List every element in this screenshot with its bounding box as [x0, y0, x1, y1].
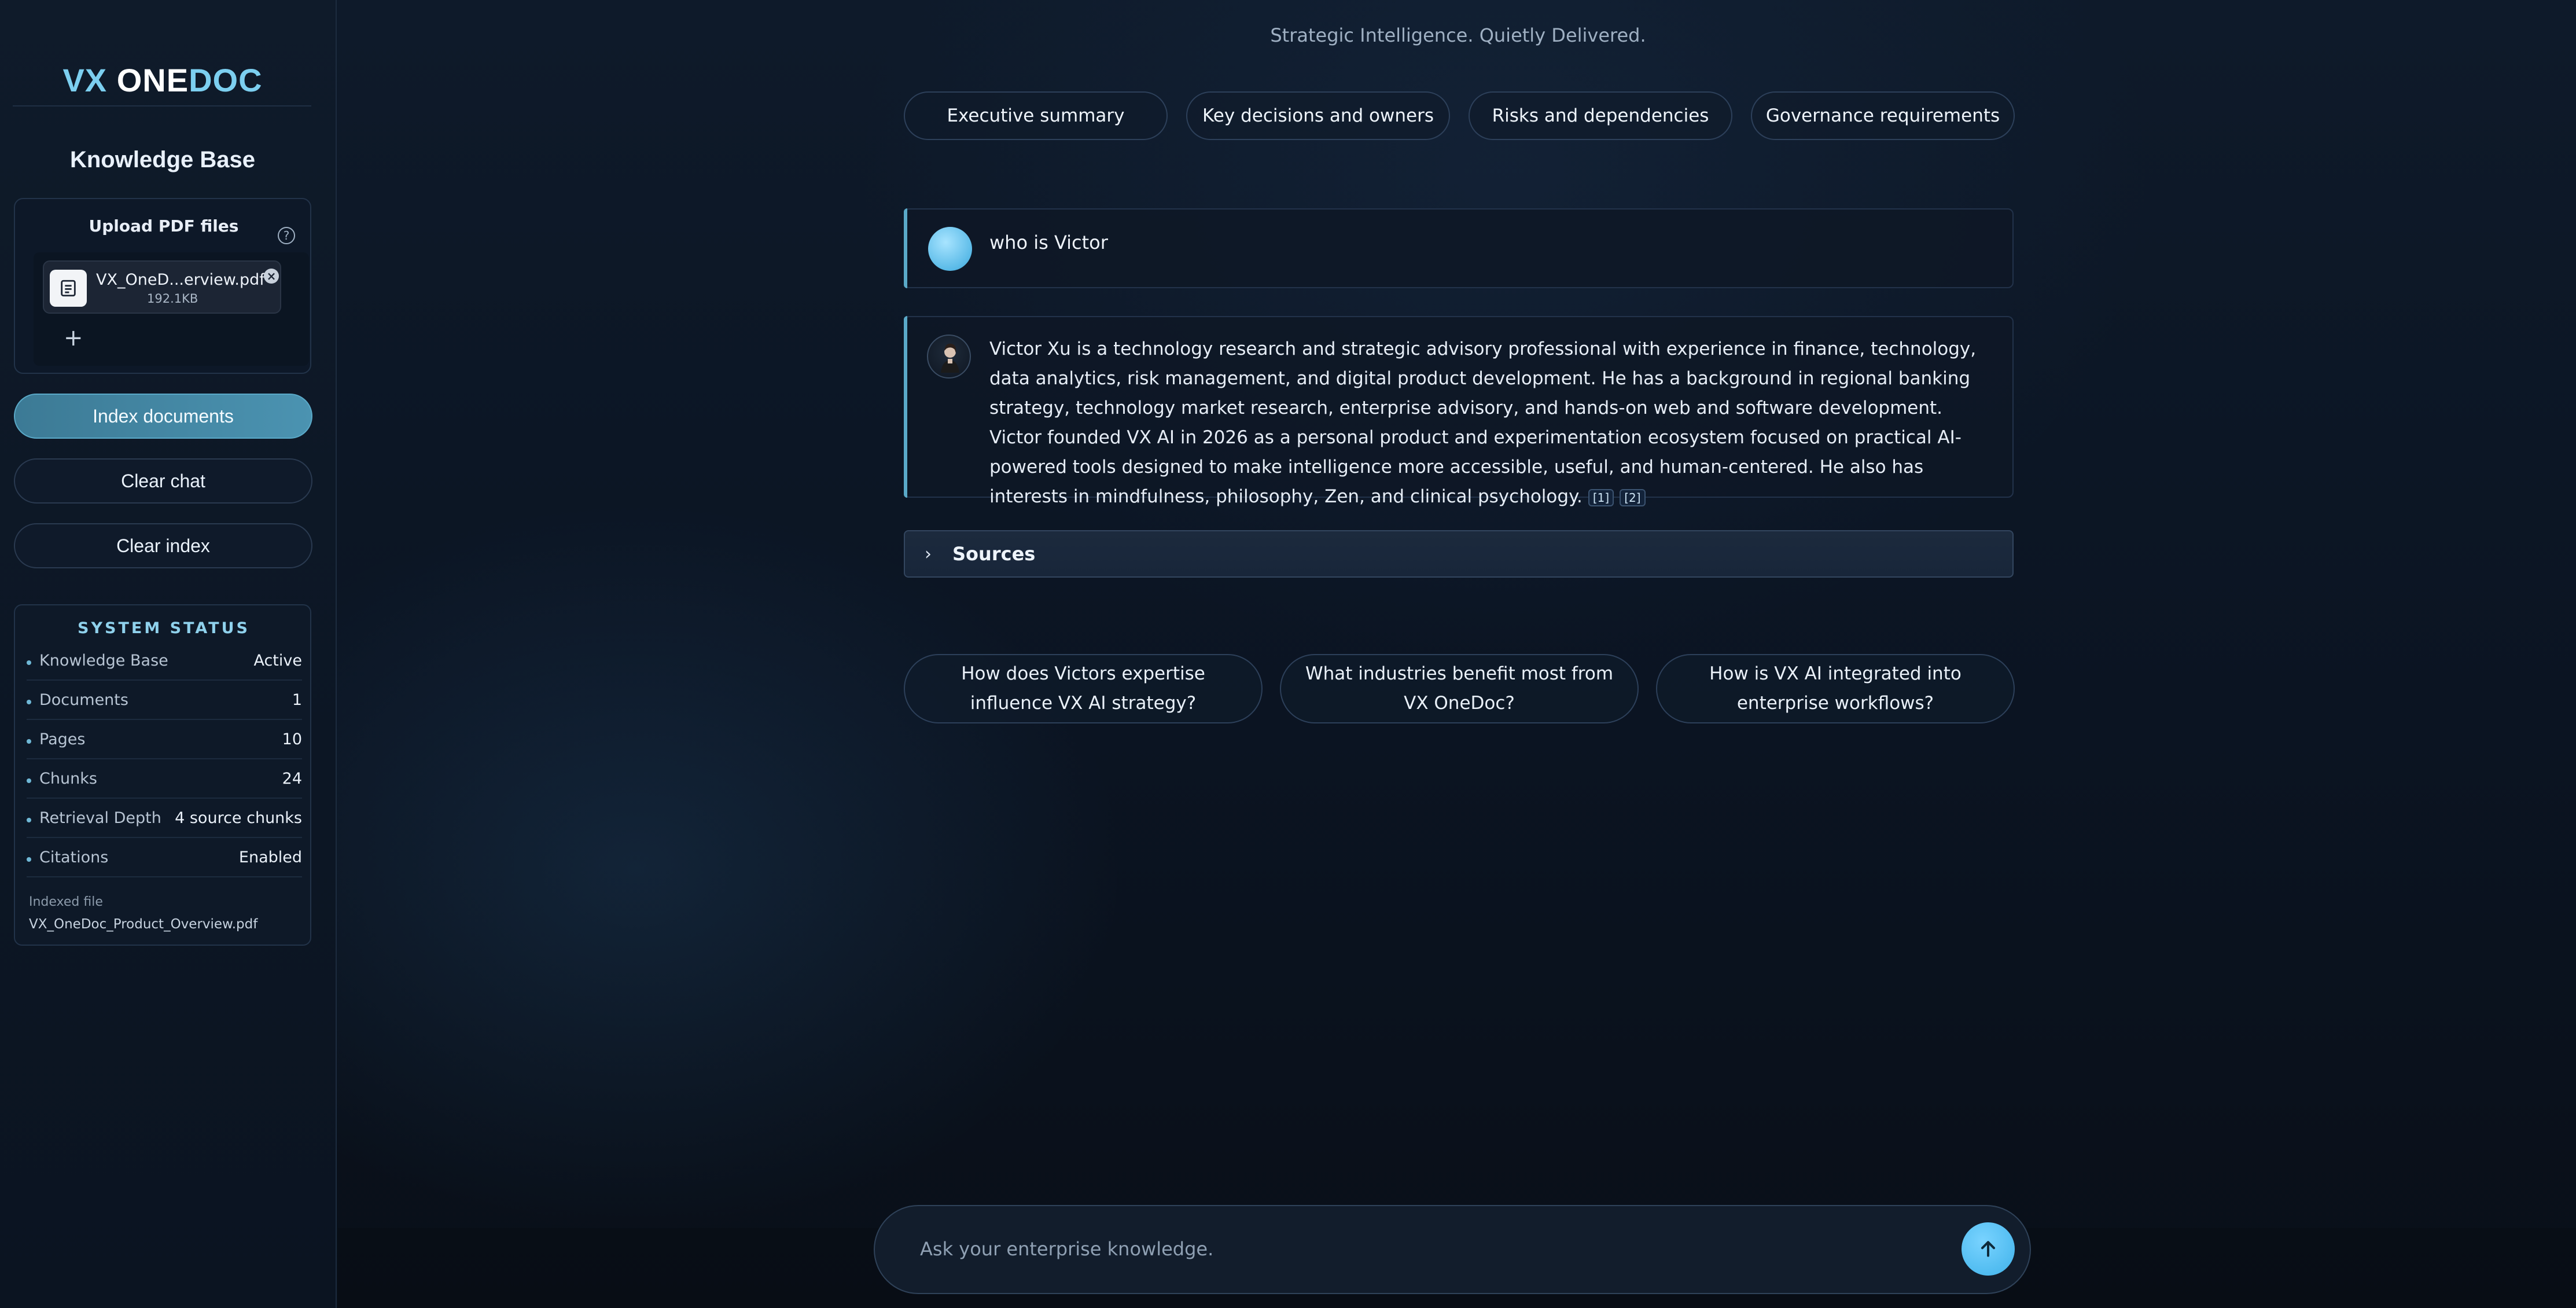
user-message: who is Victor: [904, 208, 2014, 288]
status-label: Retrieval Depth: [39, 809, 161, 827]
row-divider: [27, 758, 302, 759]
chip-governance-requirements[interactable]: Governance requirements: [1751, 91, 2015, 140]
tagline: Strategic Intelligence. Quietly Delivere…: [1270, 24, 1646, 46]
status-value: Active: [253, 652, 302, 670]
index-documents-button[interactable]: Index documents: [14, 394, 312, 439]
status-value: 24: [282, 770, 302, 788]
status-label: Documents: [39, 691, 128, 709]
chevron-right-icon: ›: [925, 544, 932, 564]
chip-executive-summary[interactable]: Executive summary: [904, 91, 1168, 140]
bullet-dot-icon: [27, 660, 31, 665]
brand-divider: [13, 105, 311, 106]
send-button[interactable]: [1962, 1222, 2015, 1276]
chip-key-decisions[interactable]: Key decisions and owners: [1186, 91, 1450, 140]
indexed-file-label: Indexed file: [29, 895, 103, 909]
chat-input[interactable]: [919, 1232, 1902, 1266]
user-avatar: [928, 227, 972, 271]
help-circle-icon[interactable]: ?: [278, 227, 295, 244]
citation-2[interactable]: [2]: [1620, 488, 1646, 506]
chip-risks-dependencies[interactable]: Risks and dependencies: [1469, 91, 1732, 140]
bullet-dot-icon: [27, 739, 31, 744]
assistant-message-text: Victor Xu is a technology research and s…: [989, 335, 1990, 512]
row-divider: [27, 679, 302, 681]
upload-card: Upload PDF files ? VX_OneD...erview.pdf …: [14, 198, 311, 374]
status-label: Citations: [39, 848, 109, 866]
row-divider: [27, 798, 302, 799]
brand-part-one: ONE: [116, 62, 189, 98]
assistant-message: Victor Xu is a technology research and s…: [904, 316, 2014, 507]
indexed-file-name: VX_OneDoc_Product_Overview.pdf: [29, 917, 258, 932]
brand-part-vx: VX: [62, 62, 108, 98]
sidebar: VX ONEDOC Knowledge Base Upload PDF file…: [0, 0, 337, 1308]
assistant-answer: Victor Xu is a technology research and s…: [989, 339, 1977, 507]
status-value: 4 source chunks: [175, 809, 302, 827]
bullet-dot-icon: [27, 778, 31, 783]
document-icon: [50, 270, 87, 307]
suggestion-3[interactable]: How is VX AI integrated into enterprise …: [1656, 654, 2015, 723]
status-value: 1: [292, 691, 302, 709]
chat-composer: [874, 1205, 2031, 1294]
row-divider: [27, 876, 302, 877]
sources-expander[interactable]: › Sources: [904, 530, 2014, 578]
status-value: 10: [282, 730, 302, 748]
status-label: Chunks: [39, 770, 97, 788]
uploaded-file-size: 192.1KB: [147, 292, 198, 306]
status-row-knowledge-base: Knowledge Base Active: [27, 646, 302, 681]
uploaded-file-chip: VX_OneD...erview.pdf 192.1KB ×: [43, 260, 281, 314]
clear-chat-button[interactable]: Clear chat: [14, 458, 312, 504]
suggestion-2[interactable]: What industries benefit most from VX One…: [1280, 654, 1639, 723]
close-circle-icon[interactable]: ×: [264, 269, 279, 284]
status-row-retrieval-depth: Retrieval Depth 4 source chunks: [27, 803, 302, 838]
bullet-dot-icon: [27, 700, 31, 704]
assistant-avatar: [927, 335, 971, 379]
citation-1[interactable]: [1]: [1588, 488, 1614, 506]
app-root: VX ONEDOC Knowledge Base Upload PDF file…: [0, 0, 2576, 1308]
plus-icon[interactable]: +: [64, 326, 83, 350]
status-row-documents: Documents 1: [27, 685, 302, 720]
arrow-up-icon: [1981, 1241, 1995, 1257]
knowledge-base-title: Knowledge Base: [69, 147, 256, 172]
brand-part-doc: DOC: [189, 62, 263, 98]
sources-label: Sources: [952, 543, 1036, 565]
status-label: Knowledge Base: [39, 652, 168, 670]
clear-index-button[interactable]: Clear index: [14, 523, 312, 568]
status-row-citations: Citations Enabled: [27, 843, 302, 877]
system-status-title: SYSTEM STATUS: [78, 619, 250, 637]
uploaded-file-name: VX_OneD...erview.pdf: [96, 271, 265, 289]
suggestion-1[interactable]: How does Victors expertise influence VX …: [904, 654, 1263, 723]
status-value: Enabled: [238, 848, 302, 866]
system-status-card: SYSTEM STATUS Knowledge Base Active Docu…: [14, 604, 311, 946]
status-label: Pages: [39, 730, 86, 748]
status-row-chunks: Chunks 24: [27, 764, 302, 799]
status-row-pages: Pages 10: [27, 725, 302, 759]
row-divider: [27, 719, 302, 720]
user-message-text: who is Victor: [989, 232, 1108, 253]
bullet-dot-icon: [27, 818, 31, 822]
row-divider: [27, 837, 302, 838]
file-dropzone[interactable]: VX_OneD...erview.pdf 192.1KB × +: [34, 252, 309, 366]
bullet-dot-icon: [27, 857, 31, 862]
upload-title: Upload PDF files: [89, 216, 239, 236]
brand-logo: VX ONEDOC: [0, 61, 325, 99]
